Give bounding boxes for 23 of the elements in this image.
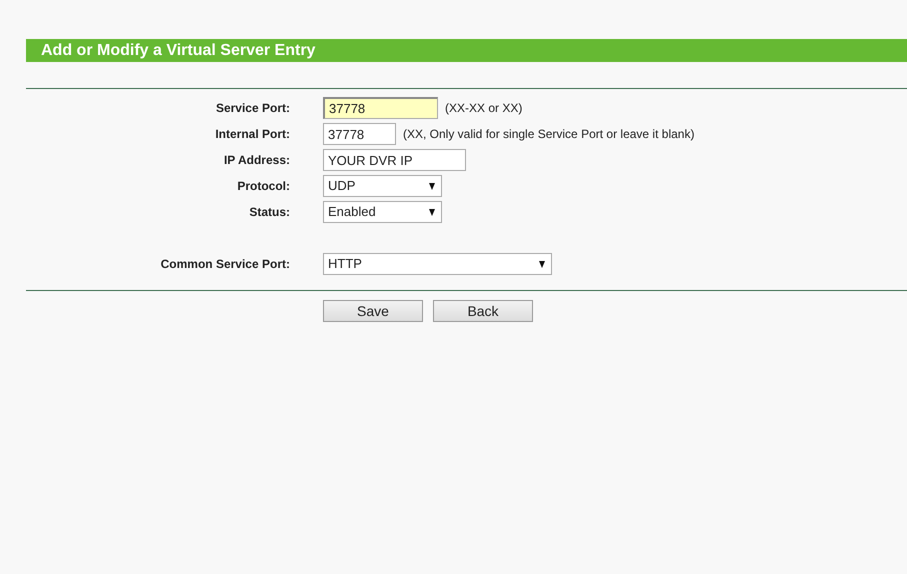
caret-icon [429, 208, 435, 216]
field-hint: (XX-XX or XX) [445, 100, 522, 117]
field-label: Internal Port: [214, 126, 290, 143]
field-label: Status: [248, 204, 290, 221]
field-label: Protocol: [236, 178, 290, 195]
dropdown[interactable]: UDP [323, 175, 442, 197]
dropdown[interactable]: Enabled [323, 201, 442, 223]
selected-option: HTTP [328, 254, 362, 274]
dropdown[interactable]: HTTP [323, 253, 552, 275]
selected-option: UDP [328, 176, 356, 196]
selected-option: Enabled [328, 202, 376, 222]
field-label: Common Service Port: [160, 256, 290, 273]
field-label: Service Port: [214, 100, 290, 117]
form-button[interactable]: Save [323, 300, 423, 322]
text-field[interactable]: YOUR DVR IP [323, 149, 466, 171]
caret-icon [539, 260, 545, 268]
text-field[interactable]: 37778 [323, 97, 438, 119]
field-label: IP Address: [222, 152, 290, 169]
form-button[interactable]: Back [433, 300, 533, 322]
field-hint: (XX, Only valid for single Service Port or leave it blank) [403, 126, 694, 143]
section-header: Add or Modify a Virtual Server Entry [26, 39, 907, 62]
text-field[interactable]: 37778 [323, 123, 396, 145]
caret-icon [429, 182, 435, 190]
